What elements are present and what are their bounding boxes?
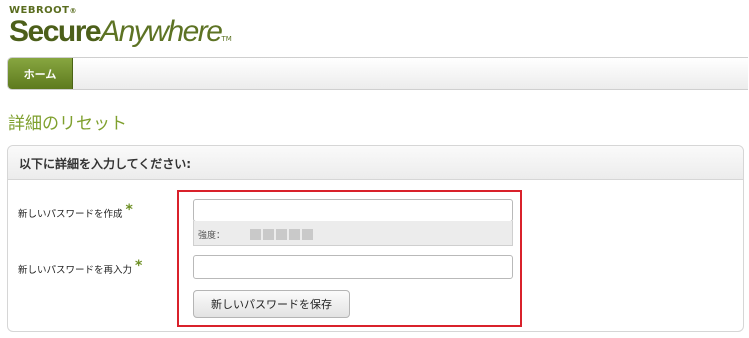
main-nav-bar: ホーム bbox=[7, 57, 748, 90]
page-title: 詳細のリセット bbox=[8, 114, 127, 134]
panel-header: 以下に詳細を入力してください: bbox=[8, 146, 743, 180]
webroot-logo: WEBROOT® SecureAnywhereTM bbox=[9, 6, 232, 54]
nav-home-tab[interactable]: ホーム bbox=[8, 58, 73, 89]
new-password-label: 新しいパスワードを作成 * bbox=[18, 202, 133, 220]
logo-product-name: SecureAnywhereTM bbox=[9, 15, 232, 48]
required-mark: * bbox=[125, 202, 133, 218]
required-mark: * bbox=[135, 258, 143, 274]
highlight-box bbox=[177, 190, 522, 327]
confirm-password-label: 新しいパスワードを再入力 * bbox=[18, 258, 143, 276]
